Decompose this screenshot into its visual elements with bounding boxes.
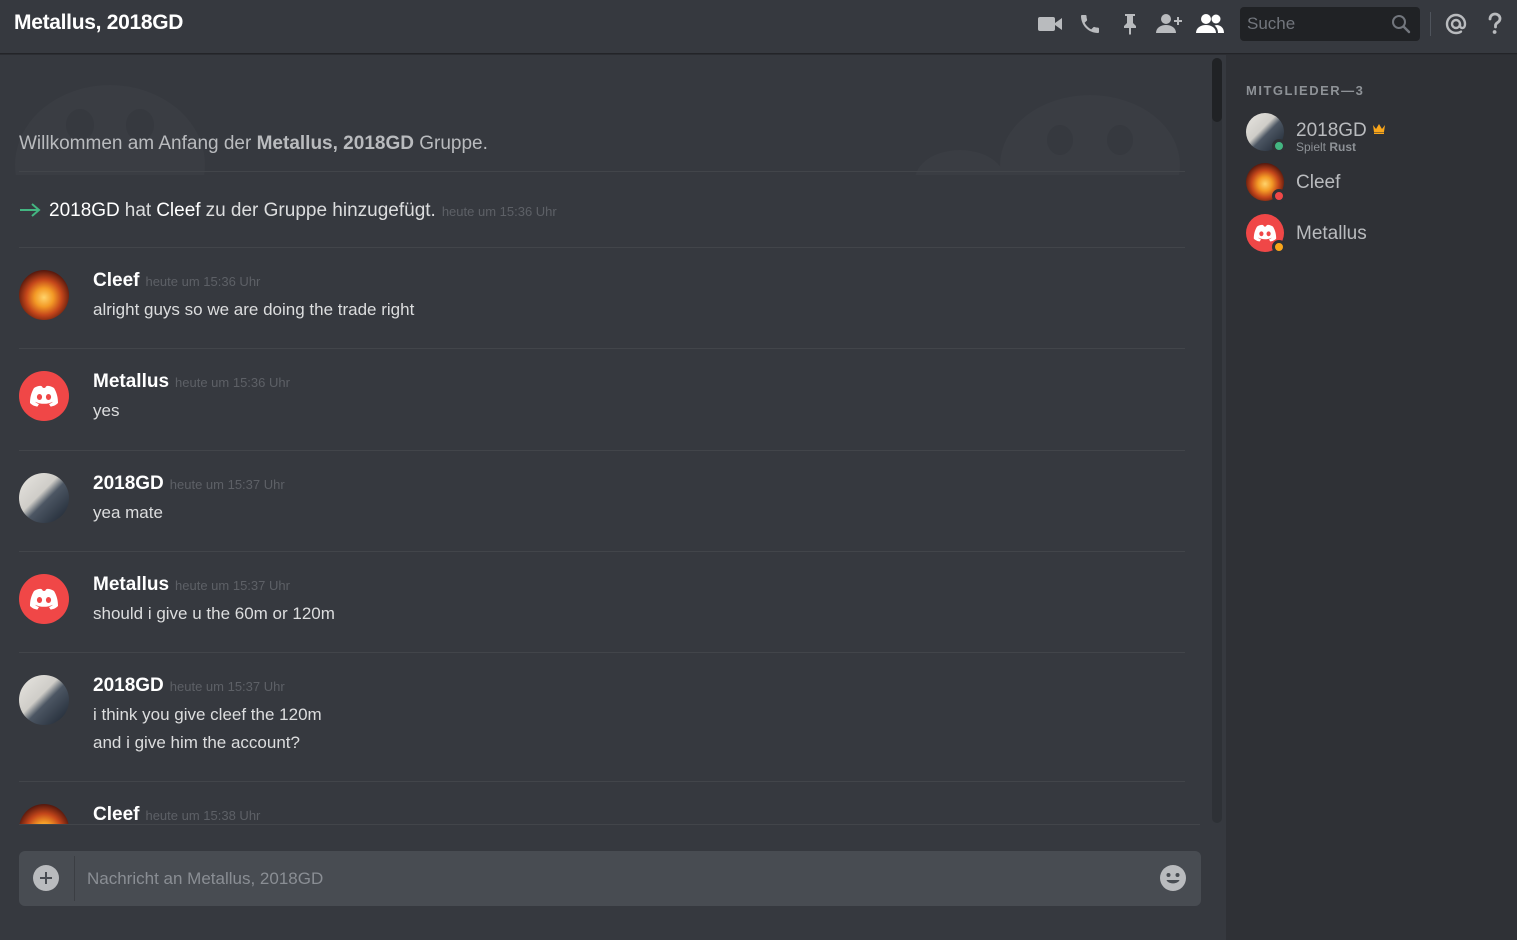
member-list-header: MITGLIEDER—3 [1246,83,1365,98]
avatar[interactable] [19,270,69,320]
message-input[interactable] [87,851,1137,906]
message-text: and i give him the account? [93,733,300,752]
message-text: alright guys so we are doing the trade r… [93,300,415,319]
member-list: MITGLIEDER—3 2018GD Spielt Rust Cleef Me… [1226,55,1517,940]
pin-icon[interactable] [1114,10,1146,38]
message-header: Cleef heute um 15:38 Uhr [93,804,260,825]
system-message: 2018GD hat Cleef zu der Gruppe hinzugefü… [19,200,557,222]
avatar[interactable] [19,371,69,421]
message-divider [19,348,1185,349]
username[interactable]: Metallus [93,574,169,596]
username[interactable]: Cleef [93,270,139,292]
discord-logo-icon [1253,224,1277,242]
message-text: i think you give cleef the 120m [93,705,322,724]
message-divider [19,652,1185,653]
member-name: 2018GD [1296,118,1386,142]
message-text: yea mate [93,503,163,522]
mention-icon[interactable] [1440,10,1472,38]
add-friend-icon[interactable] [1153,10,1185,38]
message-header: Metallus heute um 15:37 Uhr [93,574,290,596]
message-divider [19,450,1185,451]
timestamp: heute um 15:36 Uhr [145,274,261,289]
welcome-group-name: Metallus, 2018GD [256,133,414,154]
emoji-icon [1160,865,1186,891]
message-text: should i give u the 60m or 120m [93,604,335,623]
timestamp: heute um 15:37 Uhr [169,679,285,694]
channel-title: Metallus, 2018GD [14,11,184,34]
chat-area: Willkommen am Anfang der Metallus, 2018G… [0,55,1226,940]
message-text: yes [93,401,120,420]
avatar[interactable] [19,473,69,523]
search-input[interactable] [1240,7,1390,41]
search-icon [1391,14,1411,39]
emoji-button[interactable] [1159,864,1187,892]
search-box[interactable] [1240,7,1420,41]
timestamp: heute um 15:37 Uhr [169,477,285,492]
message-divider [19,247,1185,248]
message-header: Metallus heute um 15:36 Uhr [93,371,290,393]
timestamp: heute um 15:36 Uhr [175,375,290,390]
status-idle-indicator [1272,240,1286,254]
member-item-metallus[interactable]: Metallus [1246,214,1506,258]
member-name: Cleef [1296,172,1341,193]
scrollbar-track[interactable] [1212,58,1222,823]
video-call-icon[interactable] [1034,10,1066,38]
username[interactable]: Cleef [93,804,139,825]
plus-icon [40,872,52,884]
chat-header: Metallus, 2018GD [0,0,1517,54]
member-list-icon[interactable] [1194,10,1226,38]
welcome-text: Willkommen am Anfang der Metallus, 2018G… [19,133,488,155]
message-divider [19,781,1185,782]
message-header: 2018GD heute um 15:37 Uhr [93,675,285,697]
header-divider [1430,12,1431,36]
message-list[interactable]: Willkommen am Anfang der Metallus, 2018G… [0,55,1200,825]
username[interactable]: Metallus [93,371,169,393]
member-item-cleef[interactable]: Cleef [1246,163,1506,207]
member-activity: Spielt Rust [1296,140,1357,154]
welcome-prefix: Willkommen am Anfang der [19,133,252,154]
system-target[interactable]: Cleef [156,200,200,222]
upload-button[interactable] [33,865,59,891]
avatar[interactable] [19,675,69,725]
system-verb: hat [124,200,152,221]
welcome-illustration [0,55,1200,175]
message-divider [19,171,1185,172]
message-divider [19,551,1185,552]
username[interactable]: 2018GD [93,675,164,697]
system-action: zu der Gruppe hinzugefügt. [205,200,436,221]
timestamp: heute um 15:36 Uhr [441,204,557,219]
composer-divider [74,856,75,901]
timestamp: heute um 15:38 Uhr [145,808,261,823]
message-header: Cleef heute um 15:36 Uhr [93,270,260,292]
status-dnd-indicator [1272,189,1286,203]
welcome-suffix: Gruppe. [419,133,488,154]
system-actor[interactable]: 2018GD [49,200,120,222]
avatar[interactable] [19,804,69,825]
member-name: Metallus [1296,223,1367,244]
voice-call-icon[interactable] [1074,10,1106,38]
message-composer [19,851,1201,906]
message-list-bottom-border [19,824,1200,825]
timestamp: heute um 15:37 Uhr [175,578,290,593]
status-online-indicator [1272,139,1286,153]
avatar[interactable] [19,574,69,624]
discord-logo-icon [30,588,58,610]
join-arrow-icon [19,201,41,223]
message-header: 2018GD heute um 15:37 Uhr [93,473,285,495]
scrollbar-thumb[interactable] [1212,58,1222,122]
member-item-2018gd[interactable]: 2018GD Spielt Rust [1246,113,1506,157]
discord-logo-icon [30,385,58,407]
owner-crown-icon [1372,118,1386,140]
username[interactable]: 2018GD [93,473,164,495]
help-icon[interactable] [1479,10,1511,38]
